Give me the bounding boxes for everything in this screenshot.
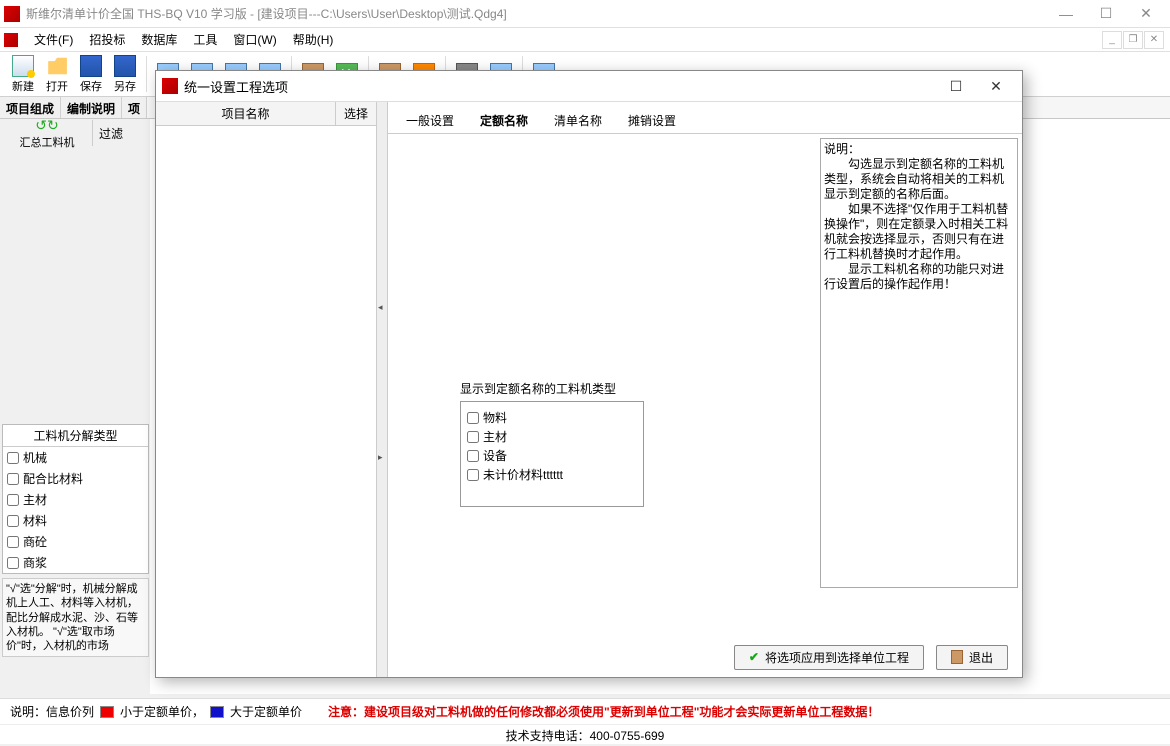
opt-equip[interactable]: 设备 — [465, 446, 639, 465]
apply-button[interactable]: ✔ 将选项应用到选择单位工程 — [734, 645, 924, 670]
dtab-list[interactable]: 清单名称 — [544, 108, 612, 133]
dtab-amort[interactable]: 摊销设置 — [618, 108, 686, 133]
check-icon: ✔ — [749, 650, 759, 664]
opt-material[interactable]: 物料 — [465, 408, 639, 427]
col-select[interactable]: 选择 — [336, 102, 376, 125]
exit-button[interactable]: 退出 — [936, 645, 1008, 670]
settings-dialog: 统一设置工程选项 ☐ ✕ 项目名称 选择 ◂ ▸ 一般设置 定额名称 清单名称 — [155, 70, 1023, 678]
dtab-general[interactable]: 一般设置 — [396, 108, 464, 133]
type-group: 显示到定额名称的工料机类型 物料 主材 设备 未计价材料tttttt — [460, 380, 644, 507]
project-list[interactable] — [156, 126, 376, 677]
opt-main[interactable]: 主材 — [465, 427, 639, 446]
splitter[interactable]: ◂ ▸ — [377, 102, 388, 677]
dtab-quota[interactable]: 定额名称 — [470, 108, 538, 133]
type-group-label: 显示到定额名称的工料机类型 — [460, 380, 644, 397]
dialog-left-panel: 项目名称 选择 — [156, 102, 377, 677]
opt-unpriced[interactable]: 未计价材料tttttt — [465, 465, 639, 484]
dialog-close[interactable]: ✕ — [976, 72, 1016, 100]
dialog-backdrop: 统一设置工程选项 ☐ ✕ 项目名称 选择 ◂ ▸ 一般设置 定额名称 清单名称 — [0, 0, 1170, 744]
dialog-icon — [162, 78, 178, 94]
col-project-name[interactable]: 项目名称 — [156, 102, 336, 125]
explain-box: 说明： 勾选显示到定额名称的工料机类型，系统会自动将相关的工料机显示到定额的名称… — [820, 138, 1018, 588]
dialog-max[interactable]: ☐ — [936, 72, 976, 100]
dialog-tabs: 一般设置 定额名称 清单名称 摊销设置 — [388, 102, 1022, 134]
exit-icon — [951, 650, 963, 664]
dialog-title: 统一设置工程选项 — [184, 77, 936, 96]
